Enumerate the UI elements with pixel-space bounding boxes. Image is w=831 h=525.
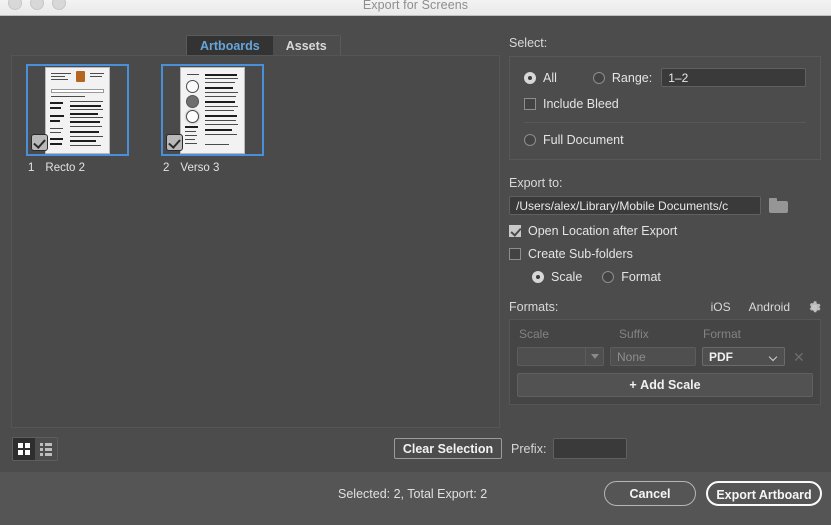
plus-icon: +: [629, 378, 637, 392]
cancel-button[interactable]: Cancel: [604, 481, 696, 506]
full-document-row: Full Document: [524, 133, 806, 147]
create-subfolders-row: Create Sub-folders: [509, 247, 821, 261]
column-header-suffix: Suffix: [619, 327, 649, 341]
format-value: PDF: [709, 349, 733, 364]
export-for-screens-dialog: Export for Screens Artboards Assets 1 Re…: [0, 0, 831, 525]
full-document-label: Full Document: [543, 133, 624, 147]
radio-scale-label: Scale: [551, 270, 583, 284]
radio-range-label: Range:: [611, 70, 653, 85]
prefix-input[interactable]: [553, 438, 628, 459]
open-location-label: Open Location after Export: [528, 224, 678, 238]
include-bleed-label: Include Bleed: [543, 97, 619, 111]
formats-section-label: Formats:: [509, 300, 559, 314]
artboard-checkbox-1[interactable]: [31, 134, 48, 151]
select-section-label: Select:: [509, 36, 548, 50]
export-path-row: /Users/alex/Library/Mobile Documents/c: [509, 196, 821, 215]
formats-panel: Scale Suffix Format None PDF ✕ + Add Sca…: [509, 319, 821, 405]
artboard-name-1: Recto 2: [45, 162, 86, 174]
tab-assets[interactable]: Assets: [272, 36, 340, 56]
artboard-preview-recto: [46, 67, 109, 153]
add-scale-label: Add Scale: [640, 378, 701, 392]
formats-presets: iOS Android: [711, 300, 821, 314]
create-subfolders-label: Create Sub-folders: [528, 247, 633, 261]
artboard-item-2[interactable]: 2 Verso 3: [161, 64, 264, 174]
column-header-scale: Scale: [519, 327, 550, 341]
list-view-icon[interactable]: [35, 438, 57, 460]
suffix-input[interactable]: None: [610, 347, 696, 366]
artboard-item-1[interactable]: 1 Recto 2: [26, 64, 129, 174]
tab-artboards[interactable]: Artboards: [187, 36, 273, 56]
preview-rule-bar: [51, 88, 104, 93]
radio-format[interactable]: [602, 271, 615, 283]
artboard-preview-verso: [181, 67, 244, 153]
artboard-list-panel: 1 Recto 2 2 Verso 3: [11, 55, 500, 428]
artboard-checkbox-2[interactable]: [166, 134, 183, 151]
preset-ios-link[interactable]: iOS: [711, 300, 731, 314]
scale-value: [518, 348, 585, 365]
checkbox-open-location[interactable]: [509, 225, 521, 237]
format-dropdown[interactable]: PDF: [702, 347, 785, 366]
format-row: None PDF ✕: [517, 347, 813, 366]
prefix-control: Prefix:: [511, 438, 628, 459]
grid-view-icon[interactable]: [13, 438, 35, 460]
select-scope-row: All Range: 1–2: [524, 68, 806, 87]
artboard-name-2: Verso 3: [180, 162, 220, 174]
title-bar: Export for Screens: [0, 0, 831, 16]
preset-android-link[interactable]: Android: [749, 300, 790, 314]
artboard-label-1: 1 Recto 2: [26, 162, 129, 174]
window-title: Export for Screens: [362, 0, 469, 12]
export-path-input[interactable]: /Users/alex/Library/Mobile Documents/c: [509, 196, 761, 215]
radio-all[interactable]: [524, 71, 536, 84]
options-column: Select: All Range: 1–2 Include Bleed Ful…: [509, 36, 821, 405]
scale-dropdown[interactable]: [517, 347, 604, 366]
folder-icon[interactable]: [769, 198, 788, 213]
radio-scale[interactable]: [532, 271, 544, 283]
artboard-thumbnail-grid: 1 Recto 2 2 Verso 3: [26, 64, 264, 174]
checkbox-create-subfolders[interactable]: [509, 248, 521, 260]
subfolder-mode-row: Scale Format: [509, 270, 821, 284]
artboard-label-2: 2 Verso 3: [161, 162, 264, 174]
view-tabs: Artboards Assets: [186, 35, 341, 57]
artboard-thumbnail-1[interactable]: [26, 64, 129, 156]
formats-header: Formats: iOS Android: [509, 300, 821, 314]
chevron-down-icon[interactable]: [585, 348, 603, 365]
checkbox-include-bleed[interactable]: [524, 98, 536, 110]
preview-image-thumb: [76, 70, 85, 82]
export-status-text: Selected: 2, Total Export: 2: [338, 487, 488, 501]
column-header-format: Format: [703, 327, 742, 341]
radio-range[interactable]: [592, 71, 605, 84]
remove-x-icon[interactable]: ✕: [793, 350, 805, 364]
formats-column-headers: Scale Suffix Format: [517, 326, 813, 347]
artboard-number-2: 2: [163, 162, 170, 174]
select-divider: [524, 122, 806, 123]
range-input[interactable]: 1–2: [661, 68, 806, 87]
add-scale-button[interactable]: + Add Scale: [517, 373, 813, 397]
export-to-section-label: Export to:: [509, 176, 563, 190]
open-location-row: Open Location after Export: [509, 224, 821, 238]
include-bleed-row: Include Bleed: [524, 97, 806, 111]
select-group: All Range: 1–2 Include Bleed Full Docume…: [509, 56, 821, 160]
export-to-group: /Users/alex/Library/Mobile Documents/c O…: [509, 196, 821, 284]
radio-format-label: Format: [621, 270, 661, 284]
radio-full-document[interactable]: [524, 134, 536, 146]
chevron-down-icon-format: [770, 354, 778, 359]
clear-selection-button[interactable]: Clear Selection: [394, 438, 502, 459]
prefix-label: Prefix:: [511, 441, 547, 456]
gear-icon[interactable]: [808, 300, 821, 314]
artboard-number-1: 1: [28, 162, 35, 174]
view-mode-toggle: [12, 437, 58, 461]
artboard-thumbnail-2[interactable]: [161, 64, 264, 156]
export-artboard-button[interactable]: Export Artboard: [706, 481, 822, 506]
radio-all-label: All: [543, 70, 557, 85]
